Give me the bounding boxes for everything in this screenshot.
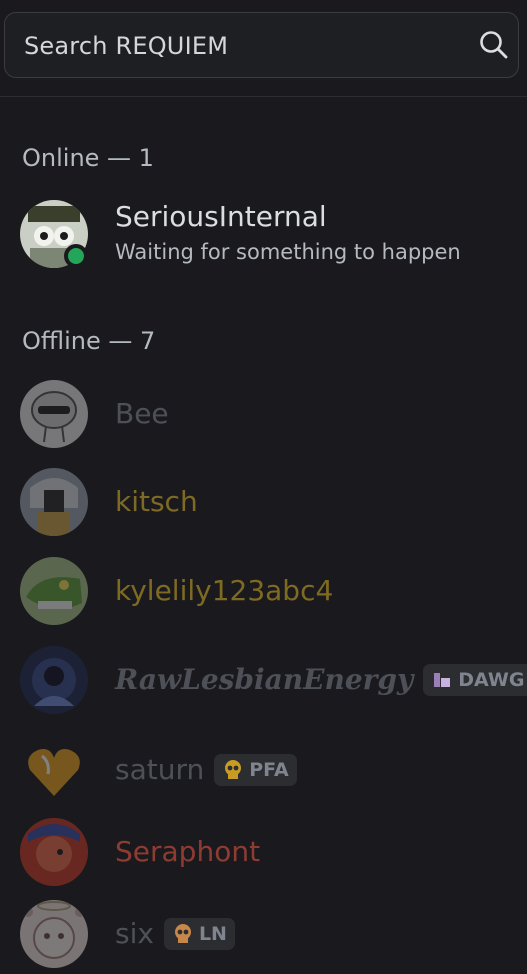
guild-tag-label: LN xyxy=(198,922,227,945)
avatar xyxy=(20,900,88,968)
member-name: Seraphont xyxy=(115,835,261,868)
member-bee[interactable]: Bee xyxy=(20,380,520,448)
search-bar[interactable]: Search REQUIEM xyxy=(4,12,519,78)
guild-tag[interactable]: DAWG xyxy=(423,663,527,696)
guild-tag[interactable]: PFA xyxy=(214,753,297,786)
avatar xyxy=(20,557,88,625)
member-six[interactable]: six LN xyxy=(20,900,520,968)
offline-section-header: Offline — 7 xyxy=(22,327,156,355)
skull-icon xyxy=(174,923,191,943)
member-saturn[interactable]: saturn PFA xyxy=(20,736,520,804)
dog-icon xyxy=(434,672,451,687)
avatar xyxy=(20,380,88,448)
member-name-row: RawLesbianEnergy DAWG xyxy=(115,663,527,696)
member-name: kylelily123abc4 xyxy=(115,574,334,607)
member-name-row: saturn PFA xyxy=(115,753,297,786)
member-name-row: six LN xyxy=(115,917,235,950)
search-icon[interactable] xyxy=(478,29,510,61)
avatar xyxy=(20,646,88,714)
member-name: RawLesbianEnergy xyxy=(115,663,414,696)
online-status-icon xyxy=(64,244,88,268)
member-name: kitsch xyxy=(115,485,198,518)
guild-tag-label: DAWG xyxy=(458,668,525,691)
member-name: Bee xyxy=(115,397,169,430)
avatar xyxy=(20,736,88,804)
guild-tag-label: PFA xyxy=(249,758,289,781)
avatar xyxy=(20,468,88,536)
member-seriousinternal[interactable]: SeriousInternal Waiting for something to… xyxy=(20,200,520,270)
search-input[interactable]: Search REQUIEM xyxy=(24,31,228,61)
member-kitsch[interactable]: kitsch xyxy=(20,468,520,536)
member-name: SeriousInternal xyxy=(115,200,327,233)
member-seraphont[interactable]: Seraphont xyxy=(20,818,520,886)
member-name: six xyxy=(115,917,154,950)
skull-icon xyxy=(225,759,242,779)
member-rawlesbianenergy[interactable]: RawLesbianEnergy DAWG xyxy=(20,646,527,716)
guild-tag[interactable]: LN xyxy=(163,917,235,950)
divider xyxy=(0,96,527,97)
avatar xyxy=(20,818,88,886)
online-section-header: Online — 1 xyxy=(22,144,154,172)
member-kylelily123abc4[interactable]: kylelily123abc4 xyxy=(20,557,520,625)
member-name: saturn xyxy=(115,753,205,786)
member-activity: Waiting for something to happen xyxy=(115,240,461,264)
